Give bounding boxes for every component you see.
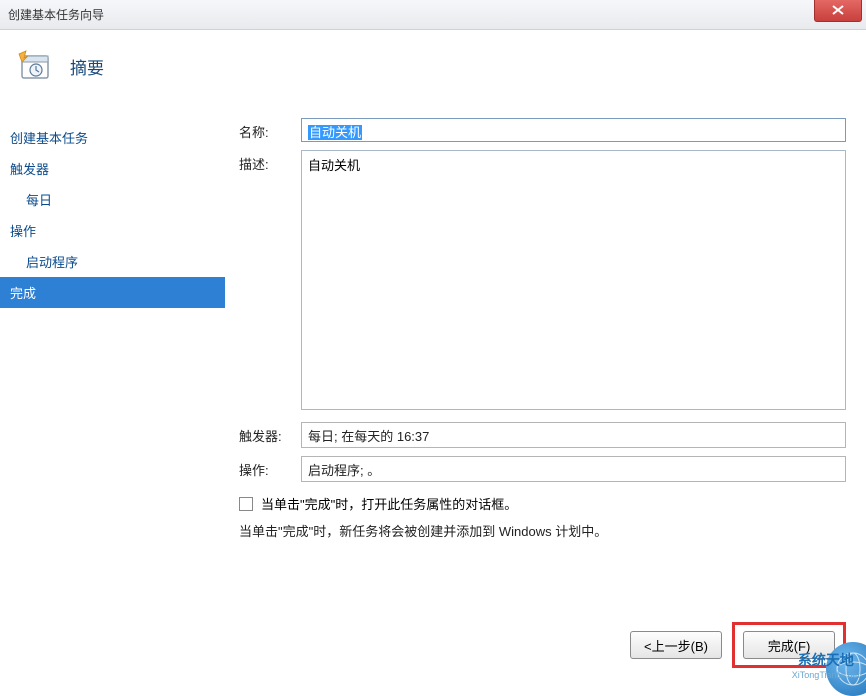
description-textarea[interactable] bbox=[301, 150, 846, 410]
trigger-value: 每日; 在每天的 16:37 bbox=[301, 422, 846, 448]
finish-button[interactable]: 完成(F) bbox=[743, 631, 835, 659]
action-label: 操作: bbox=[239, 456, 301, 482]
trigger-label: 触发器: bbox=[239, 422, 301, 448]
name-input[interactable]: 自动关机 bbox=[301, 118, 846, 142]
name-input-value: 自动关机 bbox=[308, 125, 362, 140]
close-button[interactable] bbox=[814, 0, 862, 22]
summary-icon bbox=[16, 48, 52, 84]
wizard-footer: <上一步(B) 完成(F) bbox=[630, 622, 846, 668]
sidebar-item-start-program[interactable]: 启动程序 bbox=[0, 246, 225, 277]
close-icon bbox=[832, 3, 844, 18]
sidebar-item-finish[interactable]: 完成 bbox=[0, 277, 225, 308]
finish-info-text: 当单击"完成"时，新任务将会被创建并添加到 Windows 计划中。 bbox=[239, 521, 846, 540]
finish-highlight-box: 完成(F) bbox=[732, 622, 846, 668]
wizard-body: 创建基本任务 触发器 每日 操作 启动程序 完成 名称: 自动关机 描述: 触发… bbox=[0, 114, 866, 604]
titlebar: 创建基本任务向导 bbox=[0, 0, 866, 30]
wizard-main: 名称: 自动关机 描述: 触发器: 每日; 在每天的 16:37 操作: 启动程… bbox=[225, 114, 866, 604]
wizard-header: 摘要 bbox=[0, 30, 866, 114]
open-properties-row: 当单击"完成"时，打开此任务属性的对话框。 bbox=[239, 494, 846, 513]
sidebar-item-trigger[interactable]: 触发器 bbox=[0, 153, 225, 184]
sidebar-item-daily[interactable]: 每日 bbox=[0, 184, 225, 215]
action-value: 启动程序; 。 bbox=[301, 456, 846, 482]
sidebar-item-create-task[interactable]: 创建基本任务 bbox=[0, 122, 225, 153]
description-label: 描述: bbox=[239, 150, 301, 410]
open-properties-checkbox[interactable] bbox=[239, 497, 253, 511]
window-title: 创建基本任务向导 bbox=[8, 6, 104, 23]
back-button[interactable]: <上一步(B) bbox=[630, 631, 722, 659]
open-properties-label: 当单击"完成"时，打开此任务属性的对话框。 bbox=[261, 494, 517, 513]
watermark-en: XiTongTianDi.net bbox=[792, 670, 860, 680]
page-title: 摘要 bbox=[70, 54, 104, 79]
name-label: 名称: bbox=[239, 118, 301, 142]
sidebar-item-action[interactable]: 操作 bbox=[0, 215, 225, 246]
wizard-steps-sidebar: 创建基本任务 触发器 每日 操作 启动程序 完成 bbox=[0, 114, 225, 604]
